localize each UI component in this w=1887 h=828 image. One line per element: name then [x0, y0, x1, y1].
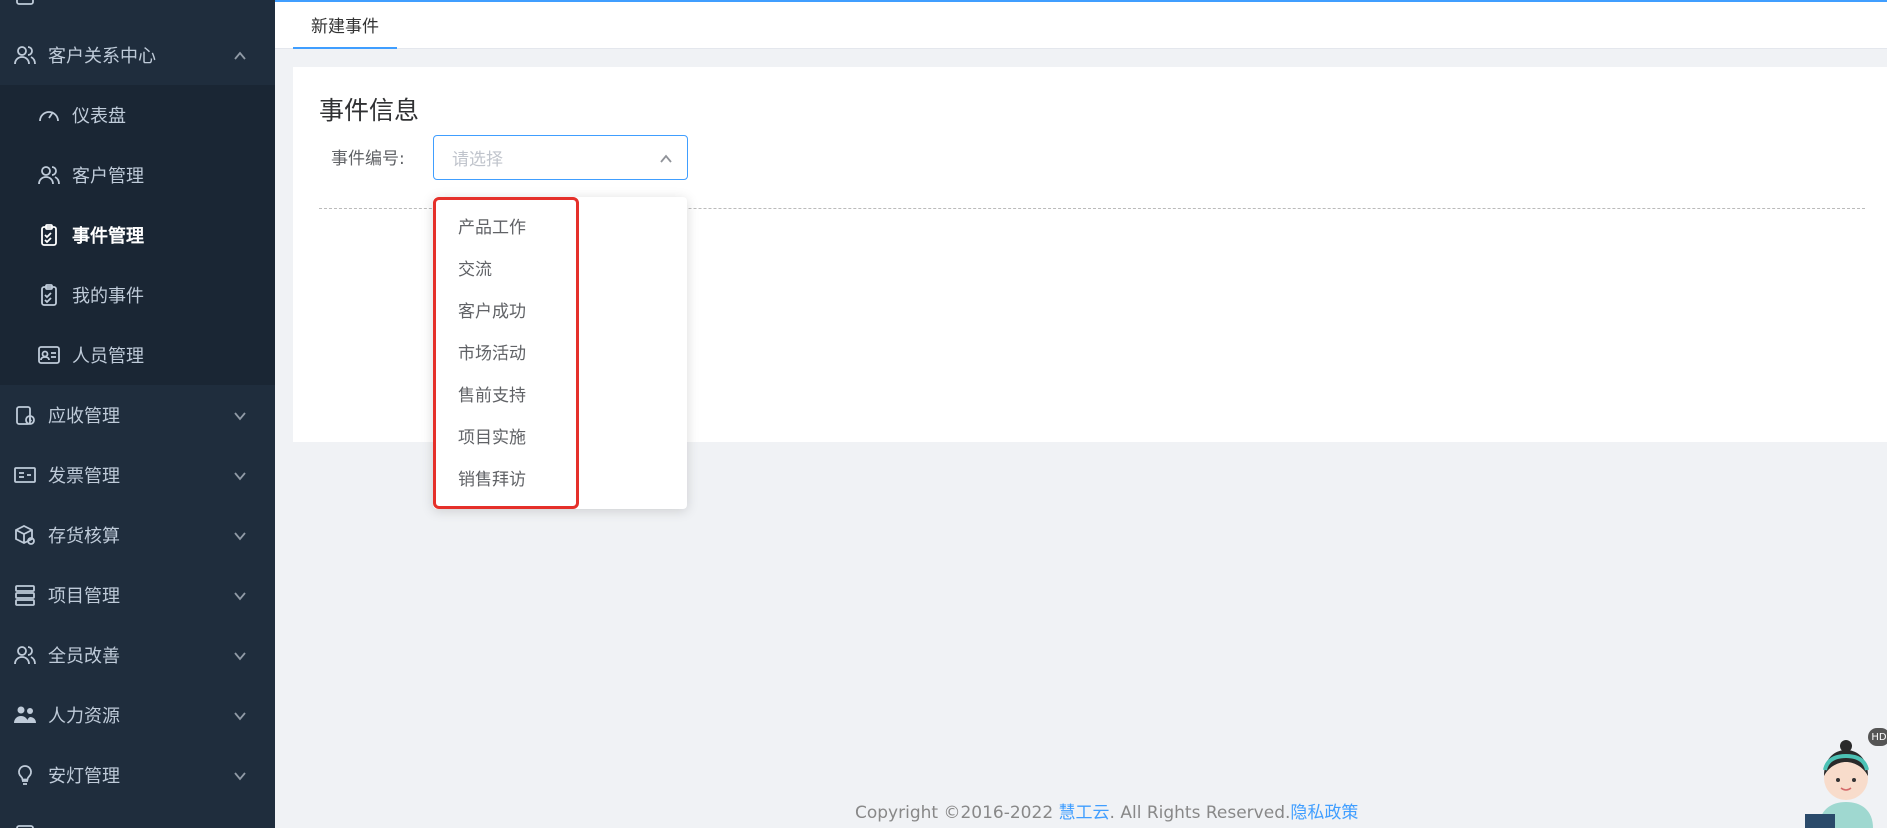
team-icon [12, 702, 38, 728]
brand-link[interactable]: 慧工云 [1059, 803, 1110, 823]
sidebar: 客户关系中心 仪表盘 客户管理 事件管理 我的事件 人员管理 应收管理 发票管理… [0, 0, 275, 828]
highlight-box [433, 197, 579, 509]
sidebar-item-improvement[interactable]: 全员改善 [0, 625, 275, 685]
users-icon [12, 42, 38, 68]
invoice-icon [12, 462, 38, 488]
tab-bar: 新建事件 [275, 0, 1887, 49]
crm-submenu: 仪表盘 客户管理 事件管理 我的事件 人员管理 [0, 85, 275, 385]
footer: Copyright ©2016-2022 慧工云. All Rights Res… [855, 798, 1358, 823]
server-icon [12, 582, 38, 608]
sidebar-item-crm[interactable]: 客户关系中心 [0, 25, 275, 85]
users-icon [36, 162, 62, 188]
copyright-text: Copyright ©2016-2022 [855, 803, 1059, 823]
box-search-icon [12, 522, 38, 548]
document-icon [12, 0, 38, 8]
sidebar-item-customer-management[interactable]: 客户管理 [0, 145, 275, 205]
event-number-select[interactable]: 请选择 [433, 135, 688, 180]
sidebar-item-partial[interactable] [0, 0, 275, 25]
select-placeholder: 请选择 [452, 150, 503, 170]
sidebar-item-staff-management[interactable]: 人员管理 [0, 325, 275, 385]
sidebar-item-projects[interactable]: 项目管理 [0, 565, 275, 625]
sidebar-item-label: 项目管理 [48, 586, 120, 607]
users-icon [12, 642, 38, 668]
privacy-link[interactable]: 隐私政策 [1290, 803, 1358, 823]
document-icon [12, 822, 38, 828]
sidebar-item-label: 人员管理 [72, 346, 144, 367]
chevron-up-icon [233, 47, 247, 61]
chevron-down-icon [233, 527, 247, 541]
chevron-up-icon [659, 151, 673, 165]
chevron-down-icon [233, 467, 247, 481]
hd-badge: HD [1868, 728, 1887, 746]
event-type-dropdown: 产品工作 交流 客户成功 市场活动 售前支持 项目实施 销售拜访 [433, 197, 687, 509]
clipboard-check-icon [36, 222, 62, 248]
sidebar-item-label: 我的事件 [72, 286, 144, 307]
sidebar-item-label: 安灯管理 [48, 766, 120, 787]
sidebar-item-hr[interactable]: 人力资源 [0, 685, 275, 745]
chevron-down-icon [233, 587, 247, 601]
sidebar-item-inventory[interactable]: 存货核算 [0, 505, 275, 565]
sidebar-item-andon[interactable]: 安灯管理 [0, 745, 275, 805]
chevron-down-icon [233, 407, 247, 421]
sidebar-item-label: 发票管理 [48, 466, 120, 487]
sidebar-item-label: 存货核算 [48, 526, 120, 547]
gauge-icon [36, 102, 62, 128]
clipboard-clock-icon [12, 402, 38, 428]
sidebar-item-label: 客户管理 [72, 166, 144, 187]
sidebar-item-dashboard[interactable]: 仪表盘 [0, 85, 275, 145]
sidebar-item-label: 仪表盘 [72, 106, 126, 127]
sidebar-item-label: 人力资源 [48, 706, 120, 727]
sidebar-item-label: 客户关系中心 [48, 46, 156, 67]
sidebar-item-receivables[interactable]: 应收管理 [0, 385, 275, 445]
lightbulb-icon [12, 762, 38, 788]
event-number-label: 事件编号: [331, 149, 405, 169]
chevron-down-icon [233, 707, 247, 721]
clipboard-check-icon [36, 282, 62, 308]
sidebar-item-label: 应收管理 [48, 406, 120, 427]
id-card-icon [36, 342, 62, 368]
sidebar-item-invoices[interactable]: 发票管理 [0, 445, 275, 505]
sidebar-item-label: 事件管理 [72, 226, 144, 247]
sidebar-item-my-events[interactable]: 我的事件 [0, 265, 275, 325]
chevron-down-icon [233, 647, 247, 661]
sidebar-item-event-management[interactable]: 事件管理 [0, 205, 275, 265]
tab-new-event[interactable]: 新建事件 [293, 2, 397, 49]
rights-text: . All Rights Reserved. [1109, 803, 1291, 823]
page-title: 事件信息 [319, 96, 420, 125]
sidebar-item-partial-bottom[interactable] [0, 805, 275, 828]
sidebar-item-label: 全员改善 [48, 646, 120, 667]
chevron-down-icon [233, 767, 247, 781]
